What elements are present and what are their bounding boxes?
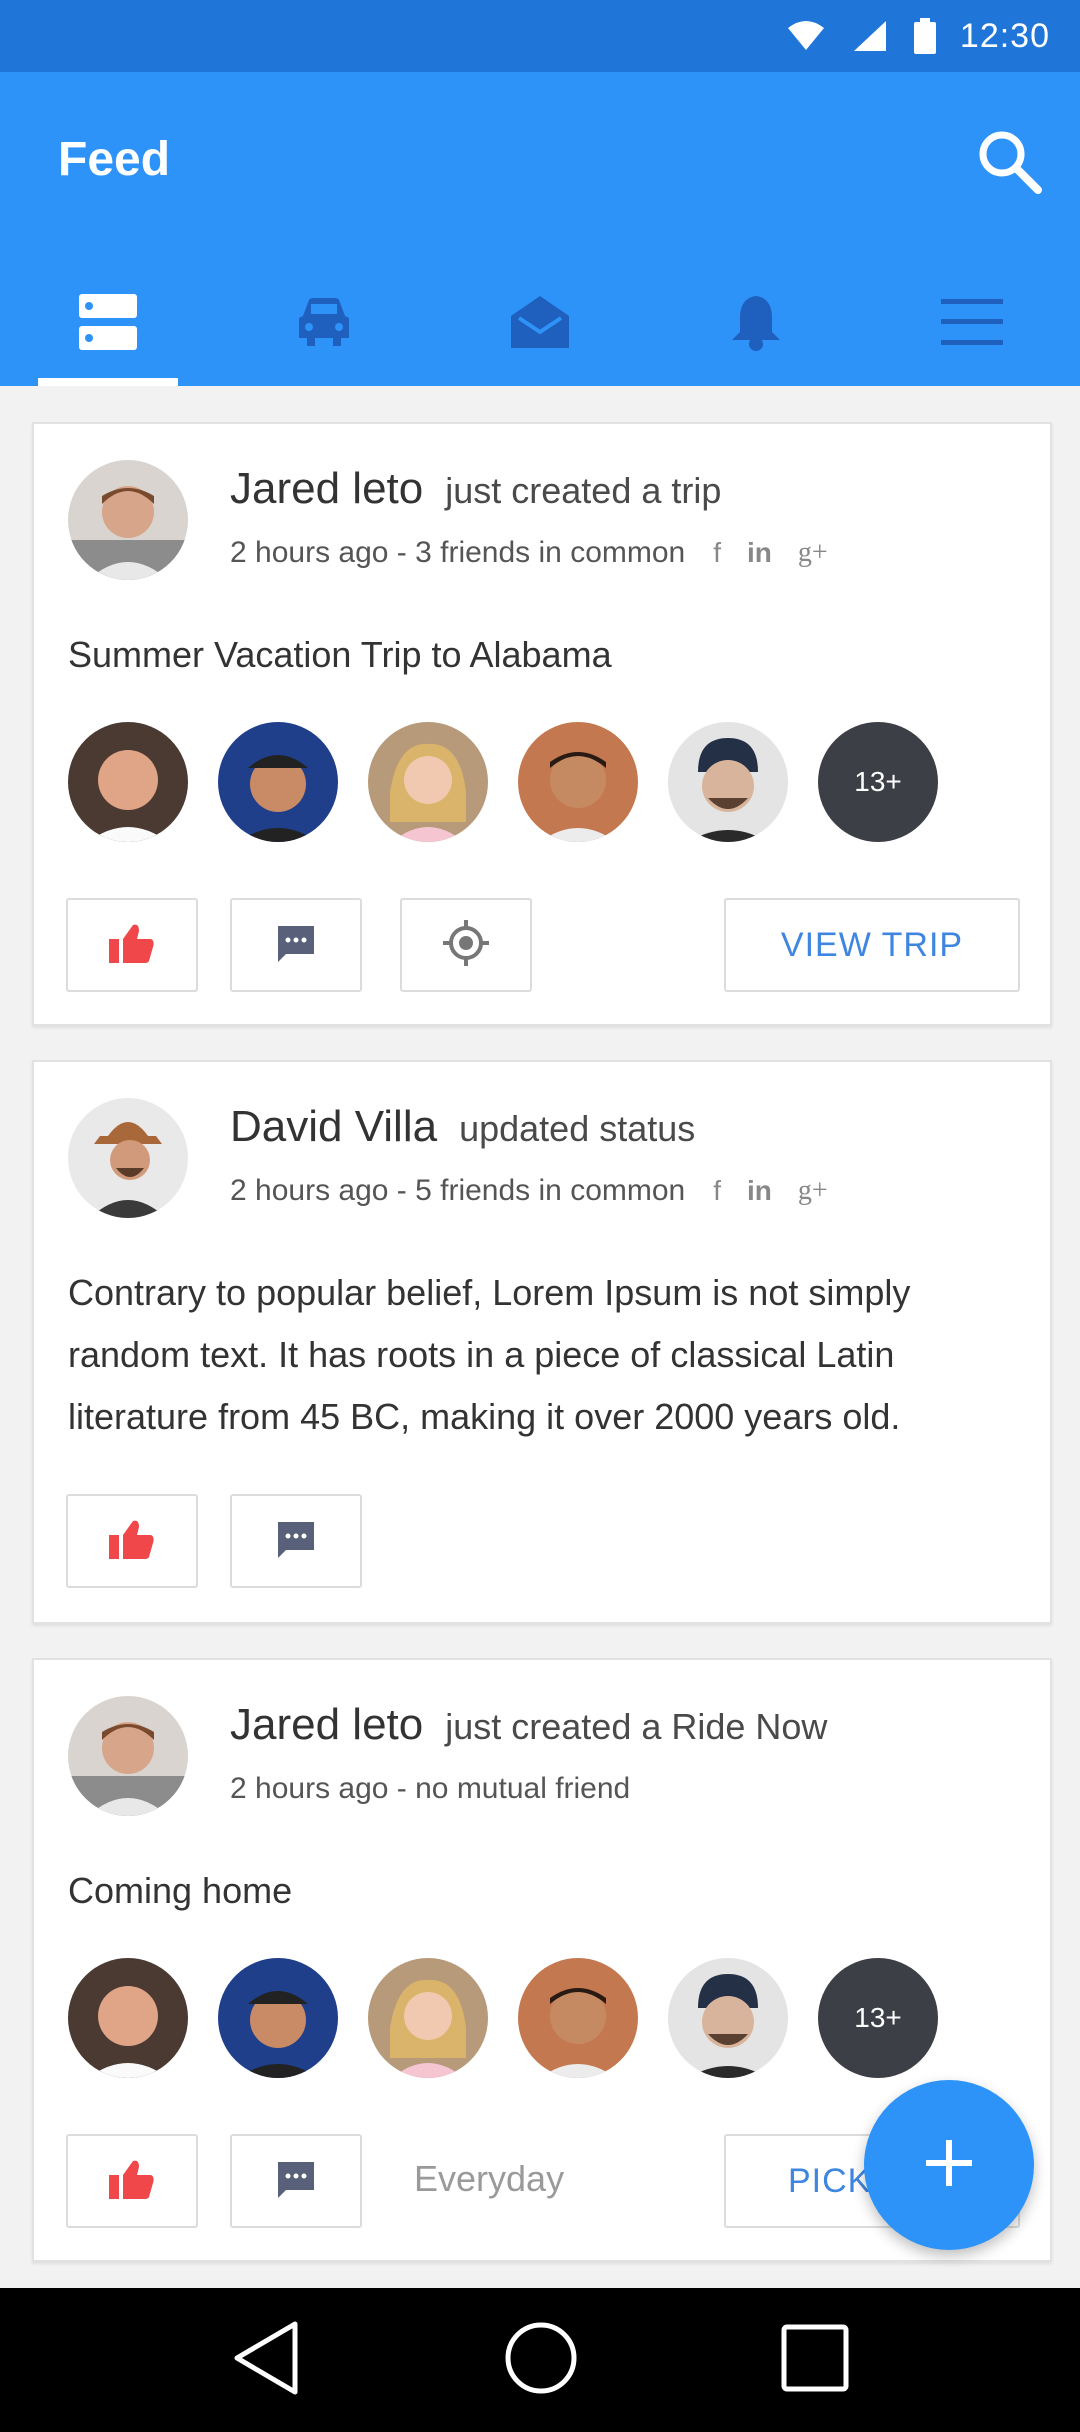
social-links: f in g+ [713,537,853,569]
tab-bar [0,262,1080,386]
linkedin-icon[interactable]: in [747,1175,772,1207]
friend-avatar[interactable] [218,1958,338,2078]
status-time: 12:30 [959,16,1050,55]
friend-avatar[interactable] [668,1958,788,2078]
signal-icon [852,19,888,53]
post-meta: 2 hours ago - 5 friends in common f in g… [230,1174,854,1208]
meta-text: 2 hours ago - 3 friends in common [230,536,686,569]
meta-text: 2 hours ago - 5 friends in common [230,1174,686,1207]
friend-avatars: 13+ [68,1958,968,2078]
author-name: Jared leto [230,1700,424,1749]
recents-icon[interactable] [781,2324,849,2397]
friend-avatar[interactable] [368,1958,488,2078]
friend-avatar[interactable] [218,722,338,842]
view-trip-button[interactable]: VIEW TRIP [724,898,1020,992]
search-icon[interactable] [974,126,1044,196]
comment-button[interactable] [230,1494,362,1588]
app-bar: Feed [0,72,1080,386]
post-meta: 2 hours ago - 3 friends in common f in g… [230,536,854,570]
like-button[interactable] [66,898,198,992]
post-action: updated status [459,1108,696,1149]
author-name: Jared leto [230,464,424,513]
battery-icon [913,18,936,54]
post-text: Contrary to popular belief, Lorem Ipsum … [68,1272,911,1437]
post-action: just created a trip [445,470,722,511]
feed-icon [79,293,137,355]
wifi-icon [786,20,826,52]
facebook-icon[interactable]: f [713,537,721,569]
comment-icon [276,1520,316,1563]
post-meta: 2 hours ago - no mutual friend [230,1772,630,1806]
thumbs-up-icon [109,1519,155,1564]
more-friends-badge[interactable]: 13+ [818,722,938,842]
post-text: Coming home [68,1870,293,1911]
friend-avatar[interactable] [368,722,488,842]
status-bar: 12:30 [0,0,1080,72]
social-links: f in g+ [713,1175,853,1207]
post-author[interactable]: Jared leto just created a trip [230,464,721,514]
avatar[interactable] [68,1696,188,1816]
tab-feed[interactable] [0,262,216,386]
system-nav-bar [0,2288,1080,2432]
plus-icon [924,2138,974,2193]
thumbs-up-icon [109,2159,155,2204]
more-friends-badge[interactable]: 13+ [818,1958,938,2078]
friend-avatar[interactable] [668,722,788,842]
friend-avatar[interactable] [518,722,638,842]
comment-button[interactable] [230,2134,362,2228]
home-icon[interactable] [503,2320,579,2401]
avatar[interactable] [68,460,188,580]
linkedin-icon[interactable]: in [747,537,772,569]
friend-avatars: 13+ [68,722,968,842]
tab-notifications[interactable] [648,262,864,386]
thumbs-up-icon [109,923,155,968]
comment-button[interactable] [230,898,362,992]
friend-avatar[interactable] [68,1958,188,2078]
location-target-icon [443,919,489,971]
google-plus-icon[interactable]: g+ [798,537,828,569]
tab-menu[interactable] [864,262,1080,386]
car-icon [295,296,353,353]
ride-schedule: Everyday [414,2158,565,2199]
tab-messages[interactable] [432,262,648,386]
page-title: Feed [58,133,171,186]
meta-text: 2 hours ago - no mutual friend [230,1772,631,1805]
google-plus-icon[interactable]: g+ [798,1175,828,1207]
bell-icon [730,292,782,357]
tab-rides[interactable] [216,262,432,386]
mail-icon [509,294,571,355]
menu-icon [941,298,1003,350]
friend-avatar[interactable] [518,1958,638,2078]
post-author[interactable]: David Villa updated status [230,1102,695,1152]
back-icon[interactable] [231,2320,301,2401]
friend-avatar[interactable] [68,722,188,842]
like-button[interactable] [66,1494,198,1588]
comment-icon [276,2160,316,2203]
feed-card: David Villa updated status 2 hours ago - … [32,1060,1052,1624]
comment-icon [276,924,316,967]
location-button[interactable] [400,898,532,992]
author-name: David Villa [230,1102,438,1151]
like-button[interactable] [66,2134,198,2228]
add-fab-button[interactable] [864,2080,1034,2250]
facebook-icon[interactable]: f [713,1175,721,1207]
avatar[interactable] [68,1098,188,1218]
post-text: Summer Vacation Trip to Alabama [68,634,612,675]
post-author[interactable]: Jared leto just created a Ride Now [230,1700,827,1750]
post-action: just created a Ride Now [445,1706,828,1747]
feed-card: Jared leto just created a trip 2 hours ag… [32,422,1052,1026]
